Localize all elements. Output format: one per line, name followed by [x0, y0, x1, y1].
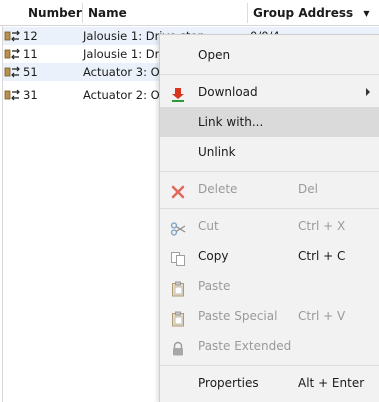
menu-separator: [160, 171, 379, 172]
menu-item-label: Unlink: [198, 145, 236, 159]
menu-item-label: Paste Extended: [198, 339, 292, 353]
menu-separator: [160, 365, 379, 366]
context-menu: Open Download Link with... Unlink Delete…: [159, 34, 379, 402]
group-object-icon: [4, 87, 22, 103]
menu-item-label: Properties: [198, 376, 259, 390]
menu-item-shortcut: Ctrl + X: [298, 219, 346, 233]
menu-item-properties[interactable]: Properties Alt + Enter: [160, 368, 379, 398]
download-arrow-icon: [170, 84, 186, 102]
menu-item-download[interactable]: Download: [160, 77, 379, 107]
menu-item-unlink[interactable]: Unlink: [160, 137, 379, 167]
row-number: 11: [23, 47, 38, 61]
column-header-number-label: Number: [28, 6, 82, 20]
menu-item-open[interactable]: Open: [160, 40, 379, 70]
column-header-name-label: Name: [88, 6, 127, 20]
menu-item-link-with[interactable]: Link with...: [160, 107, 379, 137]
column-header-group-address-label: Group Address: [253, 6, 354, 20]
group-object-icon: [4, 64, 22, 80]
table-header: Number Name Group Address ▼: [0, 0, 379, 26]
clipboard-icon: [170, 278, 186, 297]
sort-descending-icon: ▼: [363, 9, 370, 18]
group-object-icon: [4, 28, 22, 44]
menu-item-copy[interactable]: Copy Ctrl + C: [160, 241, 379, 271]
menu-item-label: Download: [198, 85, 258, 99]
menu-item-paste-special[interactable]: Paste Special Ctrl + V: [160, 301, 379, 331]
group-object-icon: [4, 46, 22, 62]
copy-icon: [170, 248, 186, 266]
menu-item-shortcut: Ctrl + C: [298, 249, 346, 263]
row-number: 51: [23, 65, 38, 79]
row-number: 12: [23, 29, 38, 43]
menu-item-label: Link with...: [198, 115, 264, 129]
menu-item-label: Copy: [198, 249, 229, 263]
column-header-number[interactable]: Number: [22, 0, 82, 26]
menu-item-label: Paste: [198, 279, 231, 293]
delete-x-icon: [170, 181, 186, 199]
menu-item-paste-extended[interactable]: Paste Extended: [160, 331, 379, 361]
clipboard-icon: [170, 308, 186, 327]
lock-icon: [170, 338, 186, 356]
menu-separator: [160, 74, 379, 75]
submenu-arrow-icon: [366, 88, 370, 96]
menu-item-label: Paste Special: [198, 309, 278, 323]
menu-item-label: Delete: [198, 182, 238, 196]
menu-item-label: Open: [198, 48, 231, 62]
column-header-name[interactable]: Name: [82, 0, 127, 26]
row-number: 31: [23, 88, 38, 102]
column-header-group-address[interactable]: Group Address ▼: [247, 0, 369, 26]
menu-item-cut[interactable]: Cut Ctrl + X: [160, 211, 379, 241]
menu-item-shortcut: Del: [298, 182, 318, 196]
menu-item-paste[interactable]: Paste: [160, 271, 379, 301]
menu-item-delete[interactable]: Delete Del: [160, 174, 379, 204]
menu-item-shortcut: Ctrl + V: [298, 309, 346, 323]
scissors-icon: [170, 218, 186, 236]
menu-item-shortcut: Alt + Enter: [298, 376, 365, 390]
menu-item-label: Cut: [198, 219, 219, 233]
menu-separator: [160, 208, 379, 209]
